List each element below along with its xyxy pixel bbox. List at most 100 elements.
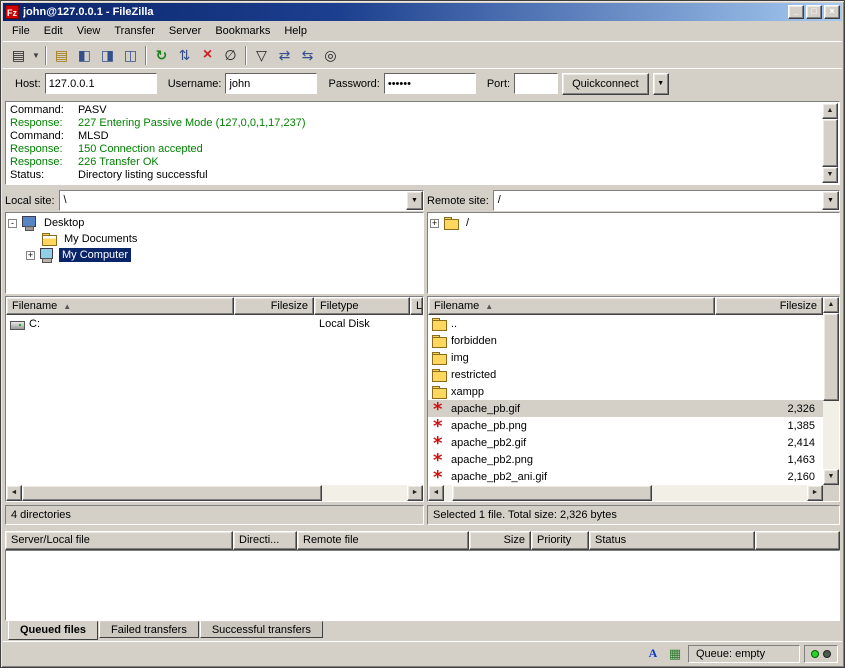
menu-help[interactable]: Help	[277, 22, 314, 40]
tree-item-label: /	[463, 216, 472, 230]
column-header-filename[interactable]: Filename▲	[6, 297, 234, 315]
queue-toggle-icon[interactable]: ◫	[119, 44, 142, 66]
compare-icon[interactable]: ⇄	[273, 44, 296, 66]
scroll-up-icon[interactable]: ▲	[823, 297, 839, 313]
file-name: apache_pb.png	[451, 420, 527, 432]
tab-queued-files[interactable]: Queued files	[8, 621, 98, 640]
tab-failed-transfers[interactable]: Failed transfers	[99, 621, 199, 638]
maximize-button[interactable]: □	[806, 5, 822, 19]
remote-file-row[interactable]: apache_pb2_ani.gif2,160	[428, 468, 823, 485]
remote-file-row[interactable]: ..	[428, 315, 823, 332]
local-site-combo[interactable]: \ ▼	[59, 190, 424, 211]
quickconnect-button[interactable]: Quickconnect	[562, 73, 649, 95]
message-log-toggle-icon[interactable]: ▤	[50, 44, 73, 66]
scroll-left-icon[interactable]: ◄	[6, 485, 22, 501]
remote-file-row[interactable]: forbidden	[428, 332, 823, 349]
scroll-thumb[interactable]	[452, 485, 652, 501]
sync-browse-icon[interactable]: ⇆	[296, 44, 319, 66]
column-header-filesize[interactable]: Filesize	[234, 297, 314, 315]
dropdown-icon[interactable]: ▼	[822, 191, 839, 210]
column-header-size[interactable]: Size	[469, 531, 531, 550]
local-tree-toggle-icon[interactable]: ◧	[73, 44, 96, 66]
remote-vscrollbar[interactable]: ▲ ▼	[823, 297, 839, 485]
process-queue-icon[interactable]: ⇅	[173, 44, 196, 66]
menu-edit[interactable]: Edit	[37, 22, 70, 40]
scroll-thumb[interactable]	[822, 119, 838, 167]
site-manager-icon[interactable]: ▤	[7, 44, 30, 66]
expand-icon[interactable]: +	[430, 219, 439, 228]
column-header-status[interactable]: Status	[589, 531, 755, 550]
tab-successful-transfers[interactable]: Successful transfers	[200, 621, 323, 638]
local-file-row[interactable]: C: Local Disk	[6, 315, 423, 332]
scroll-track[interactable]	[822, 119, 838, 167]
column-header-server-local-file[interactable]: Server/Local file	[5, 531, 233, 550]
filter-icon[interactable]: ▽	[250, 44, 273, 66]
scroll-thumb[interactable]	[823, 313, 839, 401]
local-hscrollbar[interactable]: ◄ ►	[6, 485, 423, 501]
remote-file-row-selected[interactable]: apache_pb.gif2,326	[428, 400, 823, 417]
scroll-track[interactable]	[444, 485, 807, 501]
scroll-track[interactable]	[22, 485, 407, 501]
log-scrollbar[interactable]: ▲ ▼	[822, 103, 838, 183]
cancel-icon[interactable]: ×	[196, 44, 219, 66]
column-header-filetype[interactable]: Filetype	[314, 297, 410, 315]
menu-file[interactable]: File	[5, 22, 37, 40]
quickconnect-dropdown-icon[interactable]: ▼	[653, 73, 669, 95]
scroll-thumb[interactable]	[22, 485, 322, 501]
scroll-down-icon[interactable]: ▼	[822, 167, 838, 183]
refresh-icon[interactable]: ↻	[150, 44, 173, 66]
site-manager-dropdown-icon[interactable]: ▼	[30, 44, 42, 66]
window-title: john@127.0.0.1 - FileZilla	[23, 6, 786, 18]
port-input[interactable]	[514, 73, 558, 94]
remote-file-row[interactable]: apache_pb2.gif2,414	[428, 434, 823, 451]
expand-icon[interactable]: +	[26, 251, 35, 260]
remote-hscrollbar[interactable]: ◄ ►	[428, 485, 839, 501]
remote-file-row[interactable]: restricted	[428, 366, 823, 383]
tree-item-desktop[interactable]: - Desktop	[8, 215, 421, 231]
tree-item-my-computer[interactable]: + My Computer	[26, 247, 421, 263]
menu-view[interactable]: View	[70, 22, 108, 40]
column-header-filesize[interactable]: Filesize	[715, 297, 823, 315]
username-input[interactable]	[225, 73, 317, 94]
remote-file-row[interactable]: img	[428, 349, 823, 366]
minimize-button[interactable]: _	[788, 5, 804, 19]
disconnect-icon[interactable]: ∅	[219, 44, 242, 66]
column-header-direction[interactable]: Directi...	[233, 531, 297, 550]
close-button[interactable]: ×	[824, 5, 840, 19]
menu-server[interactable]: Server	[162, 22, 208, 40]
menu-bookmarks[interactable]: Bookmarks	[208, 22, 277, 40]
scroll-right-icon[interactable]: ►	[407, 485, 423, 501]
drive-icon	[9, 317, 25, 331]
collapse-icon[interactable]: -	[8, 219, 17, 228]
queue-list[interactable]	[5, 550, 840, 621]
column-header-filename[interactable]: Filename▲	[428, 297, 715, 315]
file-name: apache_pb2.gif	[451, 437, 526, 449]
tree-item-my-documents[interactable]: My Documents	[26, 231, 421, 247]
log-type: Response:	[10, 117, 78, 130]
scroll-down-icon[interactable]: ▼	[823, 469, 839, 485]
column-header-priority[interactable]: Priority	[531, 531, 589, 550]
tree-item-root[interactable]: + /	[430, 215, 837, 231]
scroll-right-icon[interactable]: ►	[807, 485, 823, 501]
scroll-track[interactable]	[823, 313, 839, 469]
column-header-remote-file[interactable]: Remote file	[297, 531, 469, 550]
scroll-up-icon[interactable]: ▲	[822, 103, 838, 119]
find-icon[interactable]: ◎	[319, 44, 342, 66]
remote-tree-toggle-icon[interactable]: ◨	[96, 44, 119, 66]
menu-transfer[interactable]: Transfer	[107, 22, 162, 40]
log-line: Command:MLSD	[10, 130, 819, 143]
column-header-lastmodified[interactable]: L	[410, 297, 423, 315]
remote-file-row[interactable]: apache_pb.png1,385	[428, 417, 823, 434]
remote-file-row[interactable]: apache_pb2.png1,463	[428, 451, 823, 468]
host-input[interactable]	[45, 73, 157, 94]
remote-file-row[interactable]: xampp	[428, 383, 823, 400]
local-tree: - Desktop My Documents + My Computer	[5, 212, 424, 294]
folder-icon	[431, 368, 447, 382]
titlebar[interactable]: Fz john@127.0.0.1 - FileZilla _ □ ×	[3, 3, 842, 21]
scroll-left-icon[interactable]: ◄	[428, 485, 444, 501]
my-documents-icon	[41, 232, 57, 246]
password-input[interactable]	[384, 73, 476, 94]
app-logo-icon: Fz	[5, 5, 19, 19]
dropdown-icon[interactable]: ▼	[406, 191, 423, 210]
remote-site-combo[interactable]: / ▼	[493, 190, 840, 211]
